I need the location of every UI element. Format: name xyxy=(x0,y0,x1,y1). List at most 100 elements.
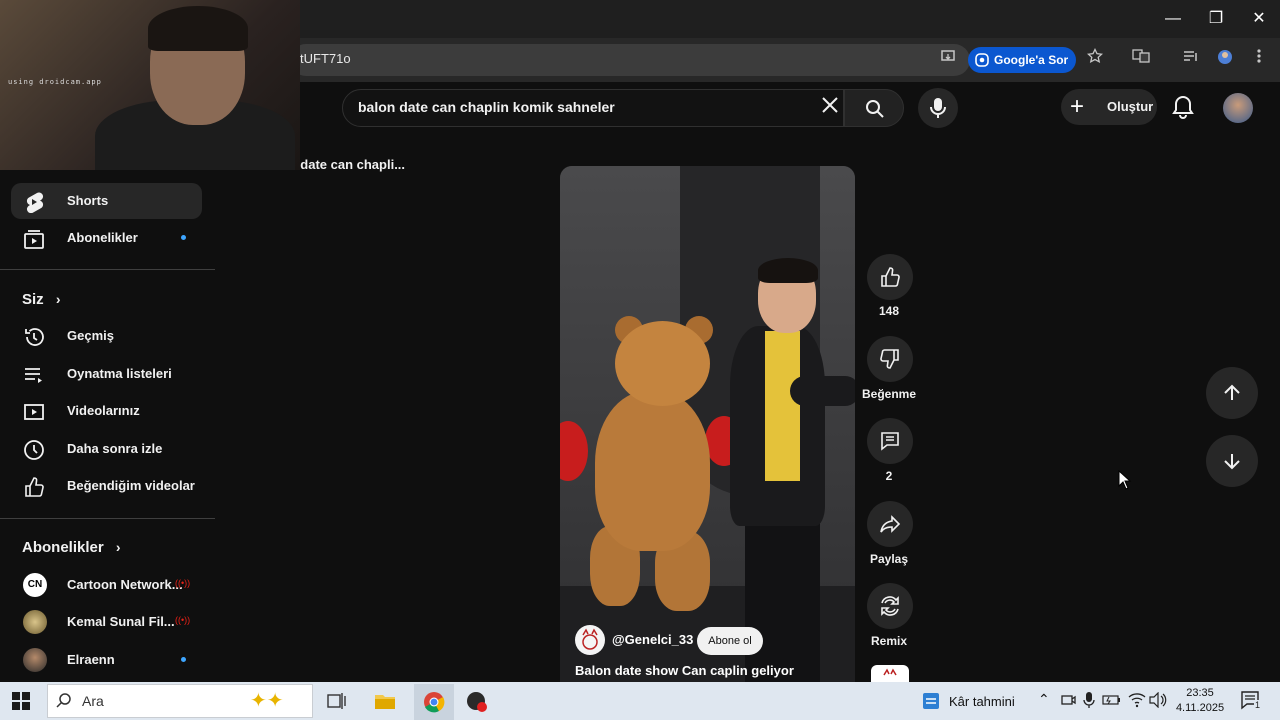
teddy-bear-head xyxy=(615,321,710,406)
subscribe-button[interactable]: Abone ol xyxy=(697,627,763,655)
sidebar-item-history[interactable]: Geçmiş xyxy=(11,318,202,354)
clock-date: 4.11.2025 xyxy=(1175,702,1225,714)
tray-overflow-chevron-icon[interactable]: ⌃ xyxy=(1038,691,1050,708)
comment-icon xyxy=(881,432,899,451)
windows-start-icon[interactable] xyxy=(12,692,30,715)
chrome-menu-icon[interactable] xyxy=(1248,48,1270,70)
remix-label: Remix xyxy=(870,634,908,648)
sidebar-item-label: Geçmiş xyxy=(67,328,114,343)
sidebar-item-shorts[interactable]: Shorts xyxy=(11,183,202,219)
sidebar-item-label: Shorts xyxy=(67,193,109,208)
sidebar-item-playlists[interactable]: Oynatma listeleri xyxy=(11,356,202,392)
sidebar-channel-elraenn[interactable]: Elraenn xyxy=(11,642,202,678)
share-button[interactable] xyxy=(867,501,913,547)
webcam-overlay: using droidcam.app xyxy=(0,0,300,170)
battery-icon[interactable] xyxy=(1102,693,1122,712)
sidebar-item-liked-videos[interactable]: Beğendiğim videolar xyxy=(11,468,202,504)
sidebar-divider xyxy=(0,269,215,270)
next-short-button[interactable] xyxy=(1206,435,1258,487)
media-controls-icon[interactable] xyxy=(1180,48,1202,70)
chrome-taskbar-button[interactable] xyxy=(414,684,454,720)
minimize-button[interactable]: — xyxy=(1161,8,1185,30)
translate-icon[interactable] xyxy=(1130,48,1152,70)
sidebar-item-label: Cartoon Network... xyxy=(67,577,183,592)
short-video-player[interactable] xyxy=(560,166,855,682)
sidebar-item-label: Elraenn xyxy=(67,652,115,667)
sidebar-divider xyxy=(0,518,215,519)
sidebar-item-subscriptions[interactable]: Abonelikler xyxy=(11,220,202,256)
video-title[interactable]: Balon date show Can caplin geliyor xyxy=(575,663,794,678)
address-bar[interactable] xyxy=(290,44,970,76)
close-button[interactable]: ✕ xyxy=(1247,8,1271,30)
remix-button[interactable] xyxy=(867,583,913,629)
dislike-icon xyxy=(880,349,899,369)
weather-label[interactable]: Kâr tahmini xyxy=(949,694,1015,709)
volume-icon[interactable] xyxy=(1149,691,1167,713)
sidebar-item-your-videos[interactable]: Videolarınız xyxy=(11,393,202,429)
new-content-dot xyxy=(181,657,186,662)
man-shirt xyxy=(765,331,800,481)
share-label: Paylaş xyxy=(869,552,909,566)
search-button[interactable] xyxy=(844,89,904,127)
install-app-icon[interactable] xyxy=(937,48,959,70)
sound-thumbnail[interactable] xyxy=(871,665,909,682)
watch-later-icon xyxy=(24,440,44,460)
chevron-right-icon: › xyxy=(115,539,121,555)
clear-search-icon[interactable] xyxy=(818,96,842,120)
like-button[interactable] xyxy=(867,254,913,300)
google-ask-label: Google'a Sor xyxy=(994,53,1069,67)
like-icon xyxy=(881,267,900,287)
dislike-button[interactable] xyxy=(867,336,913,382)
voice-search-button[interactable] xyxy=(918,88,958,128)
microphone-tray-icon[interactable] xyxy=(1083,692,1095,713)
recorder-app-icon[interactable] xyxy=(466,691,488,718)
history-icon xyxy=(25,328,44,346)
comment-count: 2 xyxy=(885,469,893,483)
restore-button[interactable]: ❐ xyxy=(1204,8,1228,30)
webcam-label: using droidcam.app xyxy=(8,78,102,86)
sidebar-channel-kemal-sunal[interactable]: Kemal Sunal Fil... ((•)) xyxy=(11,604,202,640)
channel-name[interactable]: @Genelci_33 xyxy=(612,632,693,647)
taskbar-search-icon xyxy=(56,693,71,708)
wifi-icon[interactable] xyxy=(1128,692,1146,713)
notification-count: 1 xyxy=(1254,700,1262,710)
you-section-heading[interactable]: Siz › xyxy=(22,291,61,308)
arrow-up-icon xyxy=(1224,384,1240,400)
new-content-dot xyxy=(181,235,186,240)
subscriptions-section-heading[interactable]: Abonelikler › xyxy=(22,539,121,556)
sidebar-channel-cartoon-network[interactable]: CN Cartoon Network... ((•)) xyxy=(11,567,202,603)
sidebar-item-label: Videolarınız xyxy=(67,403,140,418)
meet-now-icon[interactable] xyxy=(1060,692,1076,713)
google-lens-icon xyxy=(975,53,989,67)
sparkle-icon: ✦✦ xyxy=(250,690,284,712)
previous-short-button[interactable] xyxy=(1206,367,1258,419)
url-text: tUFT71o xyxy=(300,51,351,66)
create-label: Oluştur xyxy=(1107,99,1154,114)
task-view-icon[interactable] xyxy=(327,692,347,715)
sidebar-item-label: Oynatma listeleri xyxy=(67,366,172,381)
channel-avatar[interactable] xyxy=(575,625,605,655)
liked-icon xyxy=(25,477,44,497)
taskbar-clock[interactable]: 23:35 4.11.2025 xyxy=(1170,686,1230,716)
file-explorer-icon[interactable] xyxy=(374,691,396,716)
search-query: balon date can chaplin komik sahneler xyxy=(358,99,615,115)
subscriptions-icon xyxy=(24,230,44,249)
notification-center-icon[interactable]: 1 xyxy=(1240,690,1262,715)
live-indicator-icon: ((•)) xyxy=(175,615,191,625)
sidebar-item-label: Abonelikler xyxy=(67,230,138,245)
weather-icon[interactable] xyxy=(921,691,941,716)
extensions-icon[interactable] xyxy=(1214,48,1236,70)
account-avatar[interactable] xyxy=(1223,93,1253,123)
your-videos-icon xyxy=(24,404,44,420)
search-icon xyxy=(866,100,884,118)
sidebar-item-watch-later[interactable]: Daha sonra izle xyxy=(11,431,202,467)
channel-avatar xyxy=(23,648,47,672)
dislike-label: Beğenme xyxy=(861,387,917,401)
comments-button[interactable] xyxy=(867,418,913,464)
notifications-bell-icon[interactable] xyxy=(1170,94,1196,120)
shorts-icon xyxy=(26,192,44,213)
remix-icon xyxy=(881,596,899,616)
bookmark-star-icon[interactable] xyxy=(1084,47,1106,70)
sidebar-item-label: Kemal Sunal Fil... xyxy=(67,614,175,629)
google-ask-button[interactable]: Google'a Sor xyxy=(968,47,1076,73)
